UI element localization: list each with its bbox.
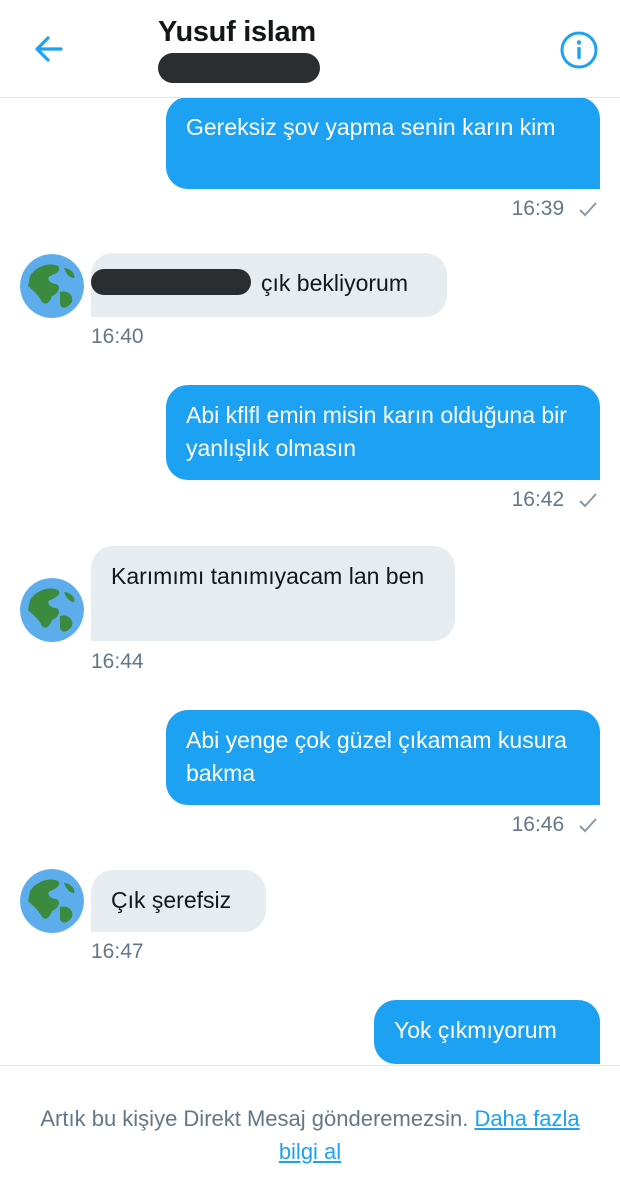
- message-outgoing[interactable]: Gereksiz şov yapma senin karın kim: [166, 97, 600, 189]
- earth-globe-icon: [20, 254, 84, 318]
- earth-globe-icon: [20, 578, 84, 642]
- back-arrow-icon: [35, 36, 63, 62]
- checkmark-icon: [579, 818, 597, 833]
- message-bubble: Yok çıkmıyorum: [374, 1000, 600, 1064]
- message-incoming[interactable]: çık bekliyorum: [91, 253, 447, 317]
- avatar[interactable]: [20, 578, 84, 642]
- message-outgoing[interactable]: Abi kflfl emin misin karın olduğuna bir …: [166, 385, 600, 480]
- message-bubble: Abi yenge çok güzel çıkamam kusura bakma: [166, 710, 600, 805]
- info-icon: [560, 31, 598, 69]
- message-time: 16:47: [91, 940, 144, 963]
- message-time: 16:39: [511, 197, 565, 220]
- redacted-text: [91, 269, 251, 295]
- message-time: 16:40: [91, 325, 144, 348]
- avatar[interactable]: [20, 254, 84, 318]
- avatar[interactable]: [20, 869, 84, 933]
- message-text: çık bekliyorum: [261, 270, 408, 296]
- message-outgoing[interactable]: Yok çıkmıyorum: [374, 1000, 600, 1064]
- message-bubble: Karımımı tanımıyacam lan ben: [91, 546, 455, 641]
- message-bubble: Gereksiz şov yapma senin karın kim: [166, 97, 600, 189]
- message-time: 16:42: [511, 488, 565, 511]
- message-time: 16:46: [511, 813, 565, 836]
- message-bubble: Abi kflfl emin misin karın olduğuna bir …: [166, 385, 600, 480]
- message-incoming[interactable]: Karımımı tanımıyacam lan ben: [91, 546, 455, 641]
- message-meta: 16:39: [512, 197, 598, 221]
- redacted-username: [158, 53, 320, 83]
- checkmark-icon: [579, 493, 597, 508]
- message-meta: 16:42: [512, 488, 598, 512]
- checkmark-icon: [579, 202, 597, 217]
- message-meta: 16:46: [512, 813, 598, 837]
- dm-disabled-notice: Artık bu kişiye Direkt Mesaj gönderemezs…: [0, 1065, 620, 1200]
- notice-text: Artık bu kişiye Direkt Mesaj gönderemezs…: [40, 1106, 469, 1131]
- message-thread[interactable]: Gereksiz şov yapma senin karın kim 16:39…: [0, 97, 620, 1065]
- conversation-header: Yusuf islam: [0, 0, 620, 98]
- header-title-block: Yusuf islam: [158, 16, 320, 83]
- back-button[interactable]: [28, 28, 70, 70]
- conversation-title: Yusuf islam: [158, 16, 316, 48]
- conversation-info-button[interactable]: [559, 30, 599, 70]
- message-bubble: Çık şerefsiz: [91, 870, 266, 932]
- message-bubble: çık bekliyorum: [91, 253, 447, 317]
- message-incoming[interactable]: Çık şerefsiz: [91, 870, 266, 932]
- message-time: 16:44: [91, 650, 144, 673]
- message-outgoing[interactable]: Abi yenge çok güzel çıkamam kusura bakma: [166, 710, 600, 805]
- earth-globe-icon: [20, 869, 84, 933]
